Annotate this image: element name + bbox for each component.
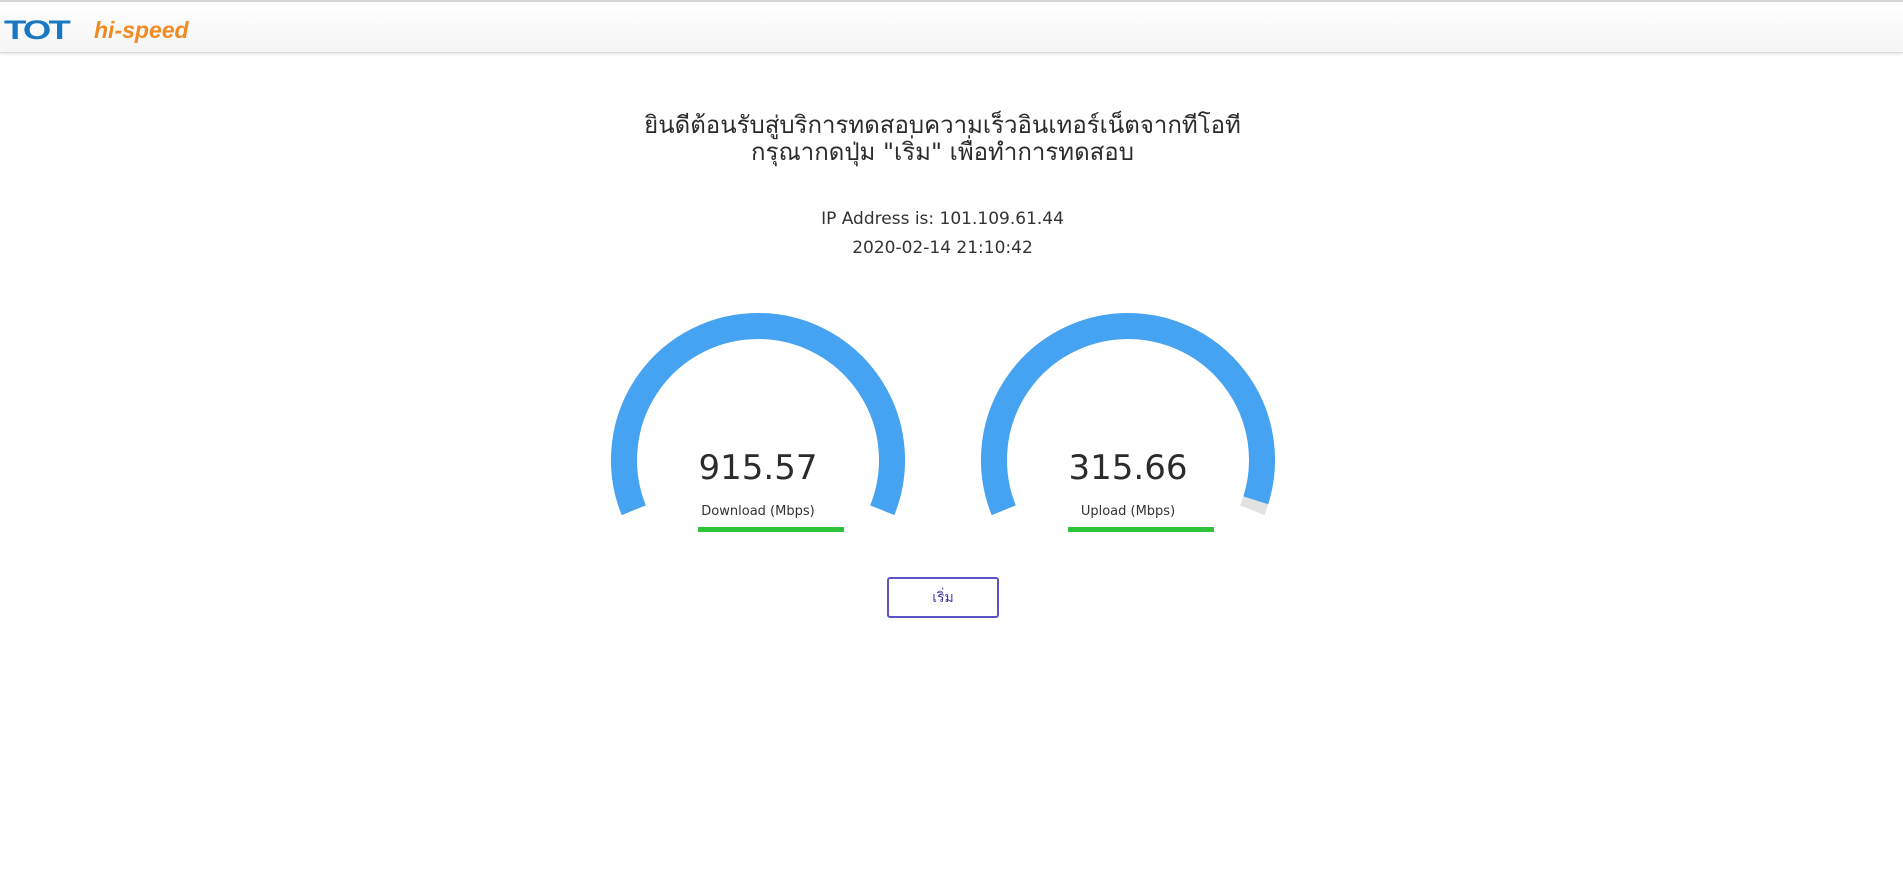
- start-test-button[interactable]: เริ่ม: [887, 577, 999, 618]
- welcome-line-1: ยินดีต้อนรับสู่บริการทดสอบความเร็วอินเทอ…: [644, 111, 1241, 139]
- download-progress-bar: [698, 527, 844, 532]
- logo-tot-text: TOT: [4, 15, 71, 45]
- top-navbar: TOT hi-speed: [0, 0, 1903, 53]
- download-gauge: 915.57 Download (Mbps): [593, 300, 923, 550]
- welcome-line-2: กรุณากดปุ่ม "เริ่ม" เพื่อทำการทดสอบ: [751, 138, 1134, 166]
- upload-speed-label: Upload (Mbps): [1080, 504, 1176, 519]
- welcome-message: ยินดีต้อนรับสู่บริการทดสอบความเร็วอินเทอ…: [0, 112, 1885, 166]
- download-speed-label: Download (Mbps): [701, 504, 815, 519]
- connection-info: IP Address is: 101.109.61.44 2020-02-14 …: [0, 205, 1885, 263]
- tot-hispeed-logo[interactable]: TOT hi-speed: [4, 17, 189, 44]
- ip-address-text: IP Address is: 101.109.61.44: [821, 209, 1064, 229]
- test-datetime: 2020-02-14 21:10:42: [852, 238, 1033, 258]
- upload-speed-value: 315.66: [1068, 448, 1188, 488]
- upload-progress-bar: [1068, 527, 1214, 532]
- upload-gauge: 315.66 Upload (Mbps): [963, 300, 1293, 550]
- download-speed-value: 915.57: [698, 448, 818, 488]
